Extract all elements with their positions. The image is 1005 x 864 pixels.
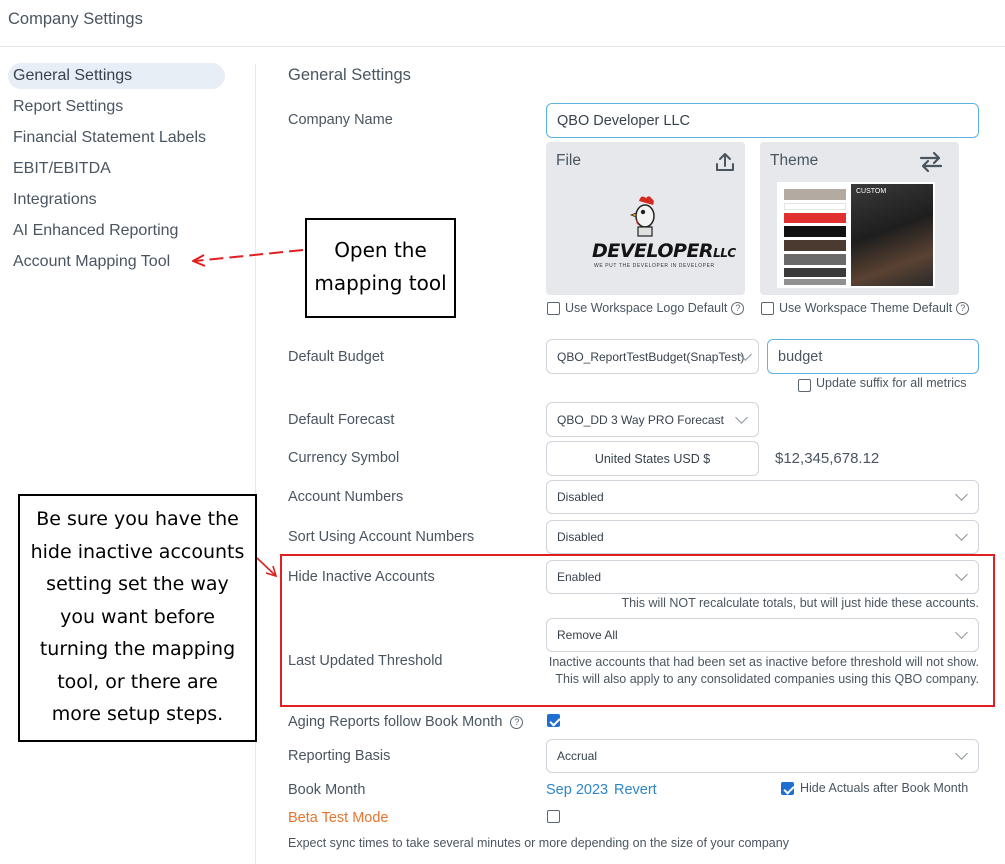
update-suffix-checkbox[interactable] <box>798 379 811 392</box>
theme-swatch <box>784 203 846 210</box>
default-budget-label: Default Budget <box>288 349 384 365</box>
company-name-label: Company Name <box>288 112 393 128</box>
sidebar-item-ai-enhanced-reporting[interactable]: AI Enhanced Reporting <box>8 218 225 244</box>
default-budget-select[interactable]: QBO_ReportTestBudget(SnapTest) <box>546 339 759 374</box>
callout-line: hide inactive accounts <box>30 540 245 563</box>
theme-card-title: Theme <box>770 152 819 169</box>
account-numbers-select[interactable]: Disabled <box>546 480 979 514</box>
chevron-down-icon <box>955 747 968 760</box>
currency-symbol-label: Currency Symbol <box>288 450 400 466</box>
budget-suffix-input[interactable]: budget <box>767 339 979 374</box>
callout-line: mapping tool <box>314 271 447 295</box>
budget-suffix-value: budget <box>778 348 823 365</box>
sort-account-numbers-select[interactable]: Disabled <box>546 520 979 554</box>
swap-arrows-icon[interactable] <box>918 151 944 173</box>
theme-swatch <box>784 213 846 223</box>
arrow-head <box>265 565 278 578</box>
theme-image: CUSTOM <box>851 184 933 286</box>
default-budget-value: QBO_ReportTestBudget(SnapTest) <box>557 349 745 364</box>
header-divider <box>0 46 1005 47</box>
beta-test-mode-checkbox[interactable] <box>547 810 560 823</box>
currency-symbol-select[interactable]: United States USD $ <box>546 441 759 476</box>
file-card-title: File <box>556 152 581 169</box>
help-circle-icon[interactable]: ? <box>956 302 970 315</box>
mapping-tool-callout: Open the mapping tool <box>305 218 456 318</box>
callout-line: you want before <box>60 605 215 628</box>
book-month-label: Book Month <box>288 782 366 798</box>
section-title: General Settings <box>288 66 411 84</box>
book-month-value[interactable]: Sep 2023 <box>546 782 608 798</box>
book-month-revert-link[interactable]: Revert <box>614 782 657 798</box>
theme-card[interactable]: Theme CUSTOM <box>760 142 959 295</box>
use-workspace-theme-default-label: Use Workspace Theme Default? <box>779 301 970 315</box>
theme-swatch <box>784 189 846 200</box>
reporting-basis-label: Reporting Basis <box>288 748 391 764</box>
reporting-basis-select[interactable]: Accrual <box>546 739 979 773</box>
use-workspace-theme-default-checkbox[interactable] <box>761 302 774 315</box>
aging-reports-checkbox[interactable] <box>547 714 560 727</box>
sidebar-item-general-settings[interactable]: General Settings <box>8 63 225 89</box>
chevron-down-icon <box>955 528 968 541</box>
default-forecast-label: Default Forecast <box>288 412 395 428</box>
sort-account-numbers-label: Sort Using Account Numbers <box>288 529 475 545</box>
sort-account-numbers-value: Disabled <box>557 530 604 544</box>
chevron-down-icon <box>955 488 968 501</box>
sidebar-item-report-settings[interactable]: Report Settings <box>8 94 225 120</box>
currency-symbol-value: United States USD $ <box>594 451 711 466</box>
arrow-to-hide-inactive <box>256 557 276 576</box>
theme-swatch <box>784 279 846 285</box>
theme-preview: CUSTOM <box>777 182 935 288</box>
logo-wordmark: DEVELOPERLLC <box>592 240 736 262</box>
theme-swatch <box>784 268 846 277</box>
callout-line: turning the mapping <box>39 638 236 660</box>
callout-line: Be sure you have the <box>36 508 239 530</box>
callout-line: setting set the way <box>46 573 229 595</box>
sidebar-item-integrations[interactable]: Integrations <box>8 187 225 213</box>
default-forecast-value: QBO_DD 3 Way PRO Forecast <box>557 412 724 427</box>
theme-swatch <box>784 254 846 265</box>
hide-actuals-checkbox[interactable] <box>781 782 794 795</box>
account-numbers-label: Account Numbers <box>288 489 404 505</box>
hide-actuals-label: Hide Actuals after Book Month <box>800 781 969 795</box>
logo-tagline: WE PUT THE DEVELOPER IN DEVELOPER <box>594 263 715 269</box>
chevron-down-icon <box>735 410 748 424</box>
help-circle-icon[interactable]: ? <box>731 302 745 315</box>
aging-reports-label: Aging Reports follow Book Month? <box>288 714 524 730</box>
company-name-input[interactable]: QBO Developer LLC <box>546 103 979 138</box>
page-title: Company Settings <box>8 10 143 28</box>
callout-line: tool, or there are <box>57 670 218 693</box>
callout-line: more setup steps. <box>51 703 224 725</box>
currency-example: $12,345,678.12 <box>775 450 880 467</box>
sidebar-item-account-mapping-tool[interactable]: Account Mapping Tool <box>8 249 225 275</box>
rooster-logo-icon <box>630 196 655 237</box>
hide-inactive-callout: Be sure you have the hide inactive accou… <box>18 494 257 742</box>
account-numbers-value: Disabled <box>557 490 604 504</box>
help-circle-icon[interactable]: ? <box>510 716 524 729</box>
beta-test-note: Expect sync times to take several minute… <box>288 836 789 850</box>
callout-line: Open the <box>334 238 427 262</box>
use-workspace-logo-default-checkbox[interactable] <box>547 302 560 315</box>
use-workspace-logo-default-label: Use Workspace Logo Default? <box>565 301 745 315</box>
beta-test-mode-label: Beta Test Mode <box>288 810 389 826</box>
reporting-basis-value: Accrual <box>557 749 598 763</box>
theme-swatch <box>784 226 846 237</box>
default-forecast-select[interactable]: QBO_DD 3 Way PRO Forecast <box>546 402 759 437</box>
sidebar-item-financial-statement-labels[interactable]: Financial Statement Labels <box>8 125 225 151</box>
upload-icon[interactable] <box>714 151 736 173</box>
sidebar-divider <box>255 64 256 864</box>
theme-custom-badge: CUSTOM <box>856 188 887 195</box>
logo-file-card[interactable]: File DEVELOPERLLC WE PUT THE DEVELOPER I… <box>546 142 745 295</box>
theme-swatch <box>784 240 846 251</box>
update-suffix-label: Update suffix for all metrics <box>816 376 967 390</box>
sidebar-item-ebit-ebitda[interactable]: EBIT/EBITDA <box>8 156 225 182</box>
company-name-value: QBO Developer LLC <box>557 112 690 129</box>
inactive-settings-highlight <box>280 554 995 707</box>
